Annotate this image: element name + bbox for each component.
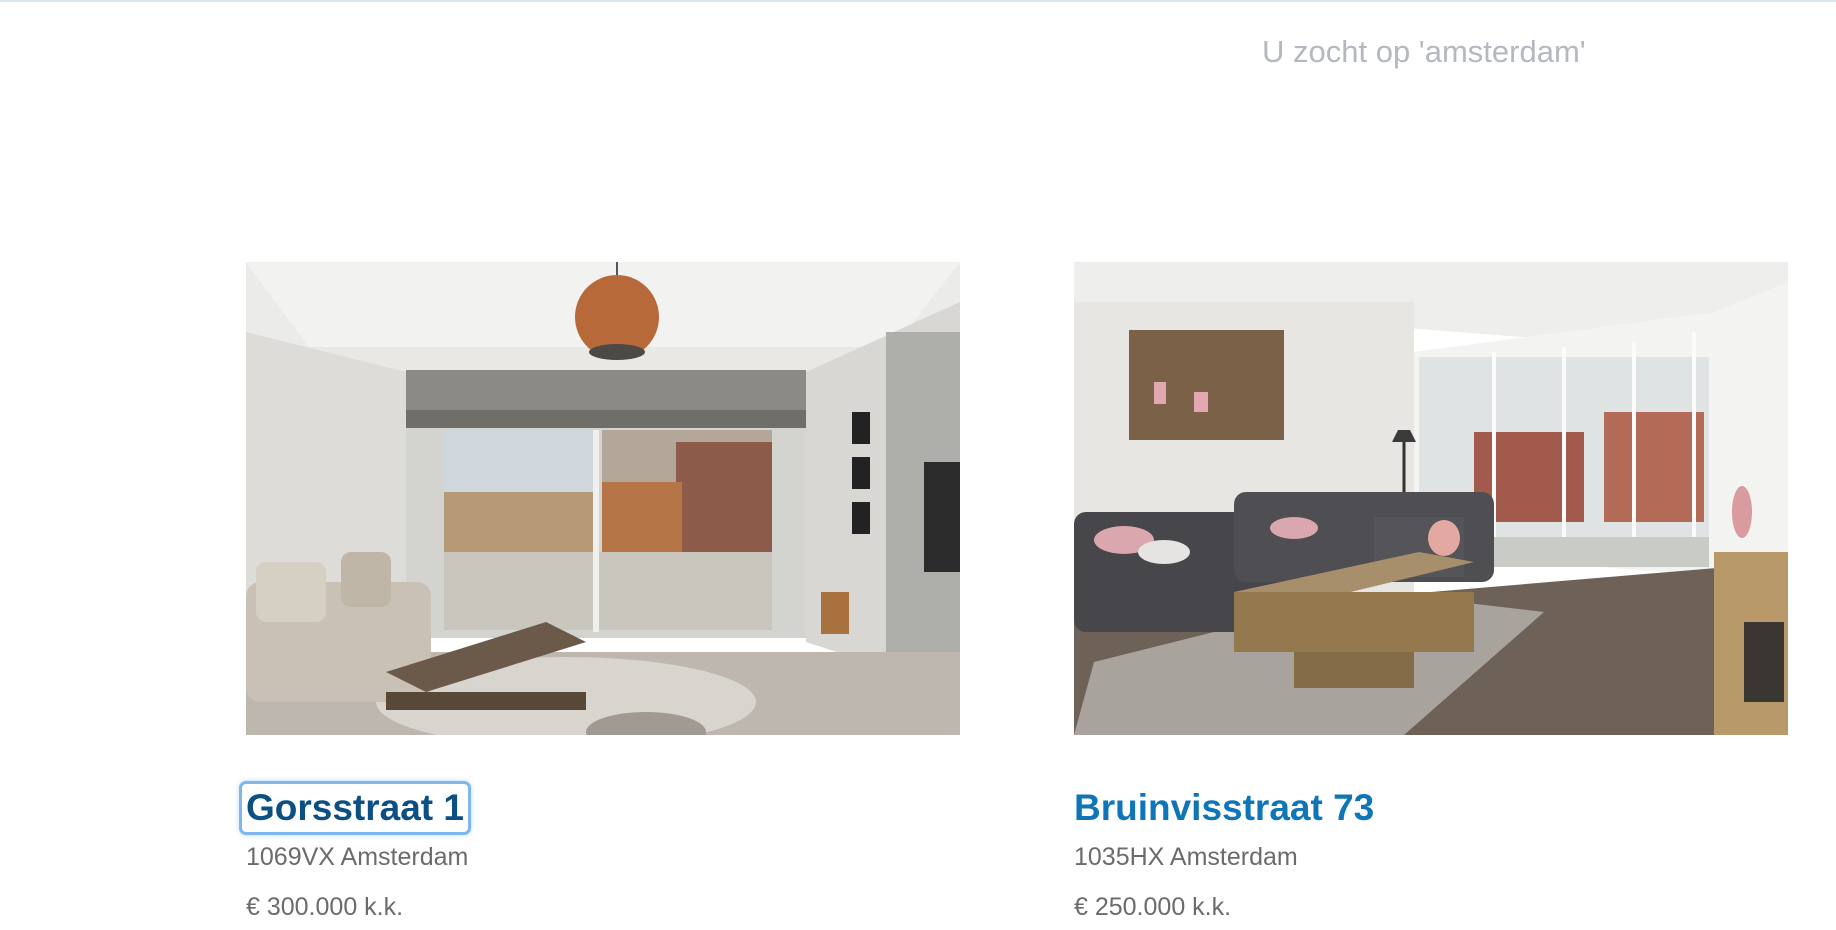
listing-price: € 300.000 k.k. [246, 893, 404, 921]
listing-price: € 250.000 k.k. [1074, 893, 1232, 921]
top-border [0, 0, 1836, 2]
listing-address: 1035HX Amsterdam [1074, 843, 1298, 871]
listing-address: 1069VX Amsterdam [246, 843, 469, 871]
listing-title-link[interactable]: Gorsstraat 1 [239, 781, 471, 835]
listing-title-link[interactable]: Bruinvisstraat 73 [1070, 784, 1378, 832]
search-summary: U zocht op 'amsterdam' [1262, 34, 1586, 69]
listing-photo-living-room[interactable] [1074, 262, 1788, 735]
listing-card: Gorsstraat 1 1069VX Amsterdam € 300.000 … [239, 262, 960, 922]
listing-card: Bruinvisstraat 73 1035HX Amsterdam € 250… [1074, 262, 1788, 922]
listing-photo-living-room[interactable] [246, 262, 960, 735]
